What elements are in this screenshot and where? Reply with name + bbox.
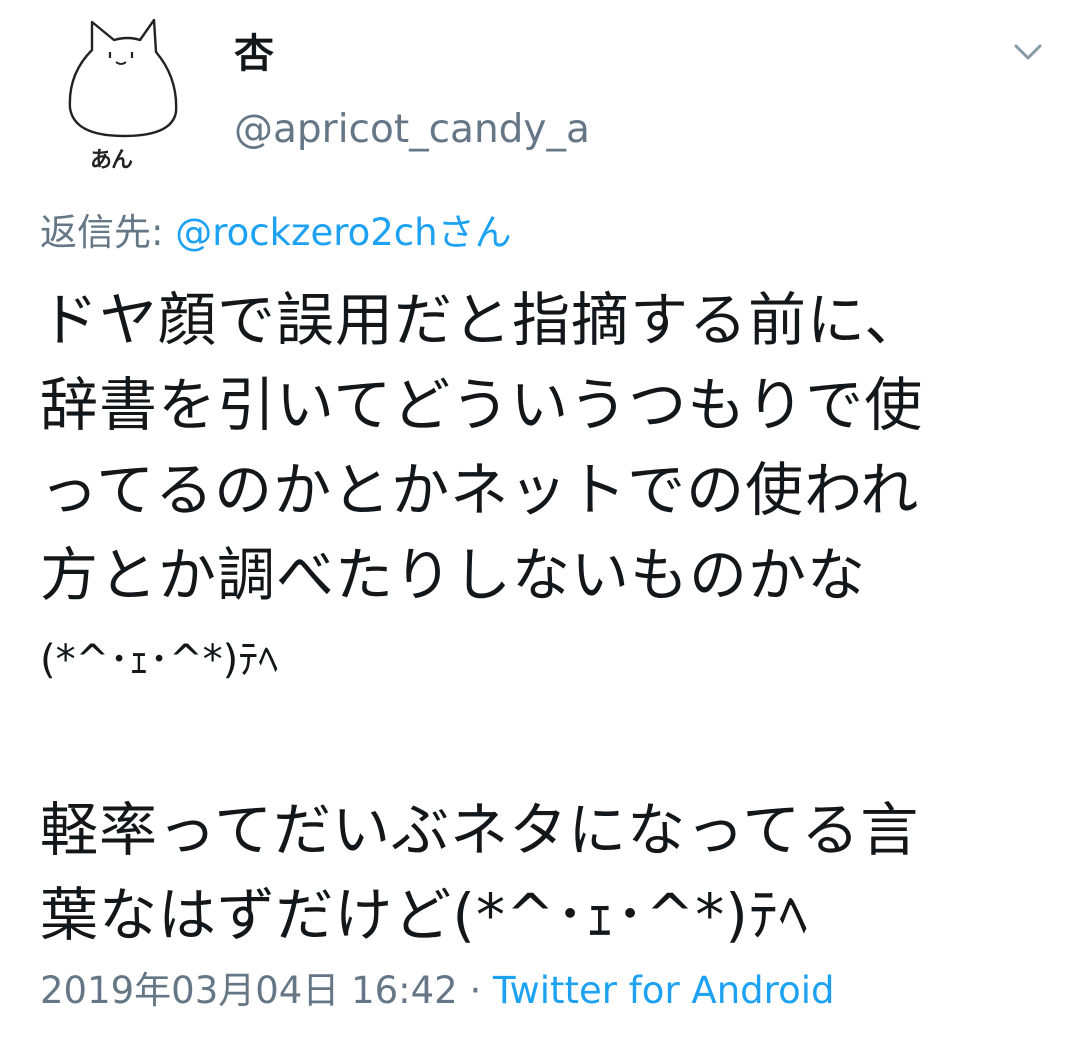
tweet-line xyxy=(40,703,1050,788)
tweet-line: 辞書を引いてどういうつもりで使 xyxy=(40,371,924,439)
reply-prefix: 返信先: xyxy=(40,211,176,254)
source-link[interactable]: Twitter for Android xyxy=(493,969,834,1012)
avatar[interactable]: あん xyxy=(52,8,182,176)
tweet-line: 方とか調べたりしないものかな xyxy=(40,541,867,609)
reply-context: 返信先: @rockzero2chさん xyxy=(40,208,512,258)
tweet-line: (*^･ｪ･^*)ﾃﾍ xyxy=(40,637,279,683)
reply-mention-link[interactable]: @rockzero2chさん xyxy=(175,211,511,254)
meta-separator: · xyxy=(457,969,494,1012)
tweet-line: 葉なはずだけど(*^･ｪ･^*)ﾃﾍ xyxy=(40,881,809,949)
tweet-text: ドヤ顔で誤用だと指摘する前に、 辞書を引いてどういうつもりで使 ってるのかとかネ… xyxy=(40,278,1050,958)
tweet-card: あん 杏 @apricot_candy_a 返信先: @rockzero2chさ… xyxy=(0,0,1079,1051)
tweet-line: 軽率ってだいぶネタになってる言 xyxy=(40,796,920,864)
avatar-caption: あん xyxy=(90,148,133,173)
display-name[interactable]: 杏 xyxy=(234,30,274,78)
tweet-line: ってるのかとかネットでの使われ xyxy=(40,456,920,524)
timestamp[interactable]: 2019年03月04日 16:42 xyxy=(40,969,458,1012)
user-handle[interactable]: @apricot_candy_a xyxy=(234,106,590,154)
tweet-line: ドヤ顔で誤用だと指摘する前に、 xyxy=(40,286,924,354)
tweet-meta: 2019年03月04日 16:42 · Twitter for Android xyxy=(40,966,834,1016)
chevron-down-icon[interactable] xyxy=(1010,34,1046,70)
